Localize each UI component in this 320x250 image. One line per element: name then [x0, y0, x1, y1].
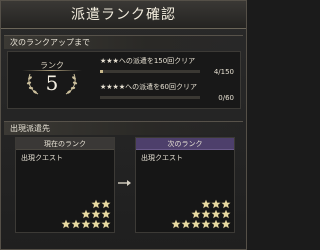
- current-quest-stars: [16, 138, 116, 234]
- badge-divider: [22, 70, 82, 71]
- star-icon: [71, 214, 81, 229]
- star-icon: [171, 214, 181, 229]
- condition-count: 0/60: [218, 94, 234, 102]
- star-icon: [61, 214, 71, 229]
- condition-count: 4/150: [213, 68, 234, 76]
- condition-row: ★★★への派遣を150回クリア 4/150: [100, 56, 236, 80]
- star-icon: [81, 204, 91, 219]
- star-icon: [201, 194, 211, 209]
- star-icon: [101, 204, 111, 219]
- star-icon: [221, 204, 231, 219]
- dispatch-rank-dialog: 派遣ランク確認 次のランクアップまで ランク 5 ★★★への派遣を150回クリア…: [0, 0, 247, 250]
- star-icon: [221, 194, 231, 209]
- next-rank-section-header: 次のランクアップまで: [4, 35, 243, 49]
- next-rank-box: ランク 5 ★★★への派遣を150回クリア 4/150 ★★★★への派遣を60回…: [7, 51, 241, 109]
- star-icon: [201, 204, 211, 219]
- condition-text: ★★★への派遣を150回クリア: [100, 57, 196, 65]
- star-icon: [101, 194, 111, 209]
- star-icon: [221, 214, 231, 229]
- condition-text: ★★★★への派遣を60回クリア: [100, 83, 198, 91]
- rank-badge: ランク 5: [16, 58, 88, 102]
- condition-row: ★★★★への派遣を60回クリア 0/60: [100, 82, 236, 106]
- arrow-right-icon: [118, 180, 131, 186]
- star-icon: [181, 214, 191, 229]
- star-icon: [211, 204, 221, 219]
- star-icon: [211, 194, 221, 209]
- star-icon: [91, 214, 101, 229]
- star-icon: [101, 214, 111, 229]
- condition-progress-bar: [100, 70, 200, 73]
- condition-progress-bar: [100, 96, 200, 99]
- destinations-section-header: 出現派遣先: [4, 121, 243, 135]
- star-icon: [91, 204, 101, 219]
- dialog-title: 派遣ランク確認: [1, 1, 246, 29]
- condition-progress-fill: [100, 70, 103, 73]
- next-quest-stars: [136, 138, 236, 234]
- star-icon: [211, 214, 221, 229]
- next-rank-panel: 次のランク 出現クエスト: [135, 137, 235, 233]
- star-icon: [201, 214, 211, 229]
- laurel-right-icon: [65, 73, 78, 95]
- current-rank-panel: 現在のランク 出現クエスト: [15, 137, 115, 233]
- star-icon: [81, 214, 91, 229]
- laurel-left-icon: [26, 73, 39, 95]
- star-icon: [191, 204, 201, 219]
- star-icon: [191, 214, 201, 229]
- star-icon: [91, 194, 101, 209]
